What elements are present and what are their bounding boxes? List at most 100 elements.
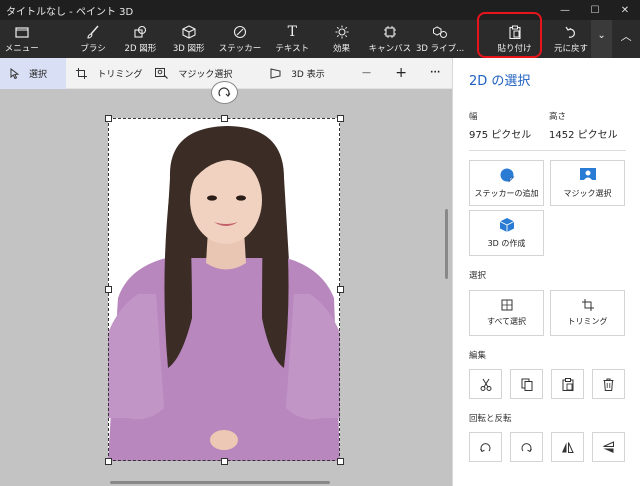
horizontal-scrollbar[interactable] <box>110 481 330 484</box>
make-3d-label: 3D の作成 <box>487 239 526 248</box>
select-all-button[interactable]: すべて選択 <box>469 290 544 336</box>
maximize-button[interactable]: ☐ <box>580 0 610 20</box>
more-options-button[interactable]: ··· <box>418 58 452 89</box>
close-button[interactable]: ✕ <box>610 0 640 20</box>
rotate-right-icon <box>521 442 532 452</box>
select-section-label: 選択 <box>469 271 487 281</box>
resize-handle-bottom-right[interactable] <box>337 458 344 465</box>
library-3d-label: 3D ライブ... <box>416 44 465 54</box>
resize-handle-bottom-left[interactable] <box>105 458 112 465</box>
select-all-icon <box>501 299 512 311</box>
undo-icon <box>565 24 577 40</box>
minimize-button[interactable]: — <box>550 0 580 20</box>
zoom-out-button[interactable]: — <box>349 58 384 89</box>
edit-section-label: 編集 <box>469 351 487 361</box>
crop-icon <box>76 67 88 79</box>
text-icon: T <box>287 24 297 40</box>
resize-handle-bottom[interactable] <box>221 458 228 465</box>
select-tool-label: 選択 <box>29 69 48 80</box>
selection-box[interactable] <box>108 118 340 461</box>
add-sticker-button[interactable]: ステッカーの追加 <box>469 160 544 206</box>
vertical-scrollbar[interactable] <box>445 209 448 279</box>
cube-icon <box>182 24 196 40</box>
flip-vertical-button[interactable] <box>592 432 625 462</box>
paste-panel-button[interactable] <box>551 369 584 399</box>
menu-button[interactable]: メニュー <box>0 20 43 58</box>
effects-button[interactable]: 効果 <box>318 20 365 58</box>
sticker-icon <box>233 24 247 40</box>
shapes-3d-label: 3D 図形 <box>172 44 205 54</box>
main-toolbar: メニュー ブラシ 2D 図形 3D 図形 ステッカー T テキスト 効果 キャン… <box>0 20 640 58</box>
crop-tool-label: トリミング <box>97 69 143 80</box>
crop-tool-tab[interactable]: トリミング <box>76 58 155 89</box>
folder-icon <box>15 24 29 40</box>
library-3d-button[interactable]: 3D ライブ... <box>415 20 466 58</box>
undo-label: 元に戻す <box>553 44 588 54</box>
sun-icon <box>335 24 349 40</box>
selection-side-panel: 2D の選択 幅 975 ピクセル 高さ 1452 ピクセル ステッカーの追加 … <box>452 58 640 486</box>
make-3d-button[interactable]: 3D の作成 <box>469 210 544 256</box>
stickers-label: ステッカー <box>218 44 262 54</box>
height-value[interactable]: 1452 ピクセル <box>549 126 618 141</box>
magic-select-panel-button[interactable]: マジック選択 <box>550 160 625 206</box>
canvas-area[interactable] <box>0 81 452 486</box>
canvas-button[interactable]: キャンバス <box>365 20 414 58</box>
resize-handle-top-right[interactable] <box>337 115 344 122</box>
stickers-button[interactable]: ステッカー <box>213 20 266 58</box>
paint3d-window: タイトルなし - ペイント 3D — ☐ ✕ メニュー ブラシ 2D 図形 3D… <box>0 0 640 486</box>
shapes-2d-label: 2D 図形 <box>124 44 157 54</box>
view-3d-label: 3D 表示 <box>291 69 325 80</box>
shapes-3d-button[interactable]: 3D 図形 <box>164 20 213 58</box>
zoom-in-button[interactable]: + <box>384 58 419 89</box>
rotate-flip-section-label: 回転と反転 <box>469 414 512 424</box>
select-tool-tab[interactable]: 選択 <box>0 57 67 89</box>
undo-button[interactable]: 元に戻す <box>551 20 590 58</box>
width-label: 幅 <box>469 112 478 122</box>
magic-select-icon <box>155 67 169 79</box>
rotate-handle[interactable] <box>211 81 238 104</box>
delete-button[interactable] <box>592 369 625 399</box>
crop-panel-label: トリミング <box>567 317 608 326</box>
scissors-icon <box>480 378 491 391</box>
brush-tool-button[interactable]: ブラシ <box>69 20 116 58</box>
flip-horizontal-button[interactable] <box>551 432 584 462</box>
window-title: タイトルなし - ペイント 3D <box>6 6 134 18</box>
height-label: 高さ <box>549 112 567 122</box>
cube-3d-icon <box>499 218 514 232</box>
collapse-toolbar-button[interactable]: ︿ <box>612 20 640 58</box>
resize-handle-top-left[interactable] <box>105 115 112 122</box>
magic-select-panel-label: マジック選択 <box>563 189 612 198</box>
rotate-left-icon <box>480 442 491 452</box>
add-sticker-label: ステッカーの追加 <box>474 189 539 198</box>
divider <box>469 150 626 151</box>
canvas-label: キャンバス <box>368 44 412 54</box>
select-all-label: すべて選択 <box>486 317 527 326</box>
crop-panel-button[interactable]: トリミング <box>550 290 625 336</box>
rotate-left-button[interactable] <box>469 432 502 462</box>
undo-dropdown-button[interactable]: ⌄ <box>590 20 613 58</box>
effects-label: 効果 <box>333 44 351 54</box>
view-3d-toggle[interactable]: 3D 表示 <box>270 58 349 89</box>
rotate-icon <box>218 87 231 97</box>
copy-button[interactable] <box>510 369 543 399</box>
text-tool-button[interactable]: T テキスト <box>267 20 318 58</box>
shapes-2d-button[interactable]: 2D 図形 <box>117 20 164 58</box>
trash-icon <box>603 378 614 391</box>
magic-select-tab[interactable]: マジック選択 <box>155 58 254 89</box>
resize-handle-left[interactable] <box>105 286 112 293</box>
text-label: テキスト <box>275 44 310 54</box>
cursor-icon <box>10 67 19 79</box>
paste-icon <box>562 377 573 391</box>
flip-horizontal-icon <box>562 441 574 453</box>
cut-button[interactable] <box>469 369 502 399</box>
resize-handle-right[interactable] <box>337 286 344 293</box>
copy-icon <box>521 378 532 391</box>
library-3d-icon <box>433 24 448 40</box>
panel-title: 2D の選択 <box>469 74 531 89</box>
magic-select-label: マジック選択 <box>178 69 233 80</box>
rotate-right-button[interactable] <box>510 432 543 462</box>
paste-highlight-outline <box>477 12 542 58</box>
brush-icon <box>86 24 100 40</box>
width-value[interactable]: 975 ピクセル <box>469 126 531 141</box>
resize-handle-top[interactable] <box>221 115 228 122</box>
